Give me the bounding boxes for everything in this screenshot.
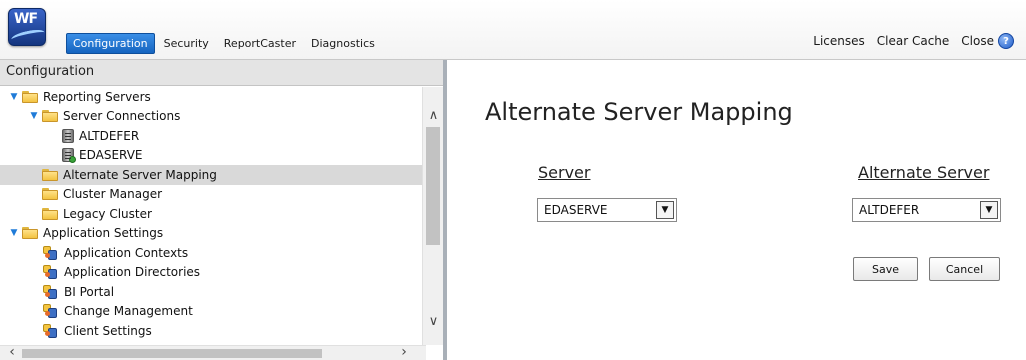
tree-item-change-management[interactable]: Change Management bbox=[0, 302, 426, 322]
webfocus-logo: WF bbox=[8, 8, 46, 46]
app-settings-icon bbox=[42, 323, 58, 339]
folder-icon bbox=[42, 188, 58, 201]
tree-item-alternate-server-mapping[interactable]: Alternate Server Mapping bbox=[0, 165, 426, 185]
configuration-panel: Configuration ▼ Reporting Servers ▼ Serv… bbox=[0, 60, 447, 360]
tree-item-bi-portal[interactable]: BI Portal bbox=[0, 282, 426, 302]
tree-item-label: Application Settings bbox=[43, 226, 164, 241]
save-button[interactable]: Save bbox=[853, 257, 918, 281]
page-title: Alternate Server Mapping bbox=[485, 98, 793, 126]
tree-item-reporting-servers[interactable]: ▼ Reporting Servers bbox=[0, 87, 426, 107]
chevron-down-icon[interactable]: ▼ bbox=[980, 201, 998, 219]
top-toolbar: WF Configuration Security ReportCaster D… bbox=[0, 0, 1026, 60]
nav-tabs: Configuration Security ReportCaster Diag… bbox=[66, 33, 384, 54]
tree-item-altdefer[interactable]: ALTDEFER bbox=[0, 126, 426, 146]
help-icon[interactable]: ? bbox=[998, 33, 1014, 49]
tab-diagnostics[interactable]: Diagnostics bbox=[305, 34, 381, 53]
header-actions: Licenses Clear Cache Close ? bbox=[801, 33, 1014, 49]
server-label: Server bbox=[538, 163, 591, 182]
server-check-icon bbox=[62, 148, 76, 164]
tree-item-application-directories[interactable]: Application Directories bbox=[0, 263, 426, 283]
logo-text: WF bbox=[14, 11, 38, 27]
tree-item-label: EDASERVE bbox=[79, 148, 143, 163]
panel-title: Configuration bbox=[0, 60, 443, 86]
alternate-server-select-value: ALTDEFER bbox=[859, 203, 920, 217]
tree-item-cluster-manager[interactable]: Cluster Manager bbox=[0, 185, 426, 205]
tree-item-legacy-cluster[interactable]: Legacy Cluster bbox=[0, 204, 426, 224]
tree-item-label: Server Connections bbox=[63, 109, 181, 124]
tree-item-label: Reporting Servers bbox=[43, 89, 151, 104]
folder-open-icon bbox=[42, 110, 58, 123]
tree-item-application-settings[interactable]: ▼ Application Settings bbox=[0, 224, 426, 244]
scrollbar-thumb[interactable] bbox=[426, 127, 440, 245]
folder-icon bbox=[42, 168, 58, 181]
clear-cache-link[interactable]: Clear Cache bbox=[877, 34, 950, 48]
horizontal-scrollbar[interactable]: ‹ › bbox=[0, 344, 426, 360]
logo-swoosh bbox=[10, 27, 45, 45]
scroll-right-icon[interactable]: › bbox=[394, 344, 414, 360]
app-settings-icon bbox=[42, 303, 58, 319]
tree-item-label: Legacy Cluster bbox=[63, 206, 152, 221]
alternate-server-label: Alternate Server bbox=[858, 163, 990, 182]
tab-security[interactable]: Security bbox=[158, 34, 215, 53]
expand-arrow-icon[interactable]: ▼ bbox=[8, 227, 20, 239]
close-link[interactable]: Close bbox=[961, 34, 994, 48]
tab-reportcaster[interactable]: ReportCaster bbox=[218, 34, 302, 53]
scroll-down-icon[interactable]: ∨ bbox=[423, 311, 444, 331]
tree-item-label: Alternate Server Mapping bbox=[63, 167, 217, 182]
folder-icon bbox=[42, 207, 58, 220]
tree-item-application-contexts[interactable]: Application Contexts bbox=[0, 243, 426, 263]
tree-item-label: Application Directories bbox=[64, 265, 201, 280]
app-settings-icon bbox=[42, 284, 58, 300]
server-icon bbox=[62, 128, 74, 143]
horizontal-scrollbar-thumb[interactable] bbox=[22, 349, 322, 358]
scroll-up-icon[interactable]: ∧ bbox=[423, 105, 444, 125]
server-select-value: EDASERVE bbox=[544, 203, 608, 217]
tab-configuration[interactable]: Configuration bbox=[66, 33, 155, 54]
tree-item-client-settings[interactable]: Client Settings bbox=[0, 321, 426, 341]
chevron-down-icon[interactable]: ▼ bbox=[656, 201, 674, 219]
tree-item-label: BI Portal bbox=[64, 284, 115, 299]
server-select[interactable]: EDASERVE ▼ bbox=[537, 198, 677, 222]
cancel-button[interactable]: Cancel bbox=[929, 257, 1000, 281]
licenses-link[interactable]: Licenses bbox=[813, 34, 865, 48]
tree-item-label: ALTDEFER bbox=[79, 128, 140, 143]
tree-item-label: Application Contexts bbox=[64, 245, 189, 260]
app-settings-icon bbox=[42, 245, 58, 261]
expand-arrow-icon[interactable]: ▼ bbox=[8, 91, 20, 103]
alternate-server-select[interactable]: ALTDEFER ▼ bbox=[852, 198, 1001, 222]
tree-item-label: Client Settings bbox=[64, 323, 152, 338]
tree-item-server-connections[interactable]: ▼ Server Connections bbox=[0, 107, 426, 127]
expand-arrow-icon[interactable]: ▼ bbox=[28, 110, 40, 122]
scroll-left-icon[interactable]: ‹ bbox=[2, 344, 22, 360]
app-settings-icon bbox=[42, 264, 58, 280]
folder-open-icon bbox=[22, 227, 38, 240]
tree-item-label: Cluster Manager bbox=[63, 187, 163, 202]
vertical-scrollbar[interactable]: ∧ ∨ bbox=[422, 87, 443, 345]
tree-item-label: Change Management bbox=[64, 304, 193, 319]
configuration-tree: ▼ Reporting Servers ▼ Server Connections… bbox=[0, 87, 426, 345]
folder-open-icon bbox=[22, 90, 38, 103]
content-panel: Alternate Server Mapping Server Alternat… bbox=[451, 60, 1026, 360]
tree-item-edaserve[interactable]: EDASERVE bbox=[0, 146, 426, 166]
